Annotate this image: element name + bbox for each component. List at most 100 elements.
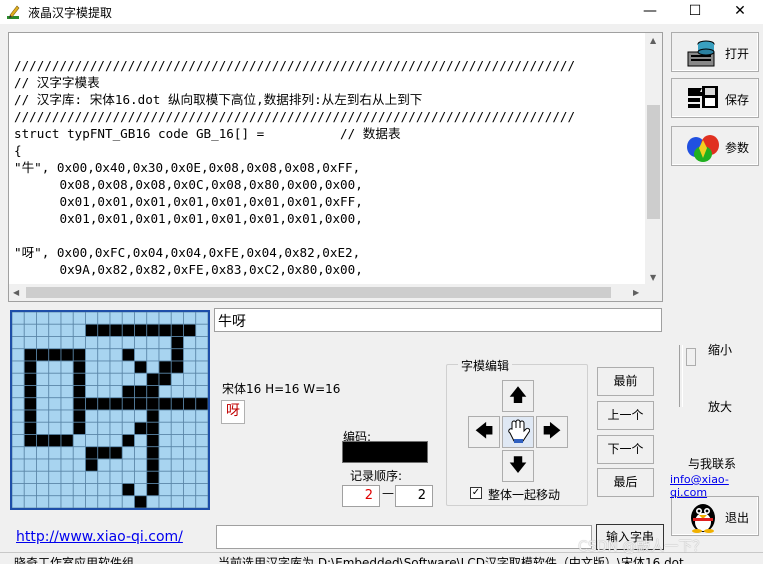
- glyph-pixel-off[interactable]: [109, 483, 123, 497]
- glyph-pixel-off[interactable]: [97, 409, 111, 423]
- glyph-pixel-off[interactable]: [170, 470, 184, 484]
- glyph-pixel-on[interactable]: [158, 323, 172, 337]
- glyph-pixel-off[interactable]: [60, 323, 74, 337]
- contact-email-link[interactable]: info@xiao-qi.com: [670, 473, 763, 499]
- glyph-pixel-on[interactable]: [183, 323, 197, 337]
- glyph-pixel-off[interactable]: [60, 397, 74, 411]
- glyph-pixel-on[interactable]: [72, 385, 86, 399]
- vertical-scrollbar[interactable]: ▲ ▼: [645, 33, 662, 286]
- vertical-scroll-thumb[interactable]: [647, 105, 660, 219]
- glyph-pixel-off[interactable]: [183, 446, 197, 460]
- glyph-pixel-off[interactable]: [146, 495, 160, 509]
- glyph-pixel-off[interactable]: [60, 421, 74, 435]
- glyph-pixel-off[interactable]: [170, 434, 184, 448]
- code-output-textarea[interactable]: ////////////////////////////////////////…: [8, 32, 663, 302]
- record-current-field[interactable]: 2: [342, 485, 380, 507]
- glyph-pixel-on[interactable]: [134, 360, 148, 374]
- glyph-pixel-on[interactable]: [158, 372, 172, 386]
- glyph-pixel-off[interactable]: [72, 336, 86, 350]
- glyph-pixel-off[interactable]: [97, 311, 111, 325]
- glyph-pixel-off[interactable]: [134, 409, 148, 423]
- glyph-pixel-off[interactable]: [48, 336, 62, 350]
- glyph-pixel-off[interactable]: [11, 372, 25, 386]
- website-link[interactable]: http://www.xiao-qi.com/: [16, 529, 183, 545]
- glyph-pixel-off[interactable]: [195, 458, 209, 472]
- glyph-pixel-off[interactable]: [97, 385, 111, 399]
- glyph-pixel-on[interactable]: [146, 372, 160, 386]
- glyph-pixel-off[interactable]: [146, 360, 160, 374]
- glyph-pixel-off[interactable]: [60, 495, 74, 509]
- glyph-pixel-off[interactable]: [109, 495, 123, 509]
- glyph-pixel-off[interactable]: [195, 483, 209, 497]
- glyph-pixel-off[interactable]: [183, 360, 197, 374]
- horizontal-scroll-thumb[interactable]: [26, 287, 611, 298]
- glyph-pixel-off[interactable]: [23, 311, 37, 325]
- glyph-pixel-off[interactable]: [85, 495, 99, 509]
- glyph-pixel-off[interactable]: [85, 348, 99, 362]
- glyph-pixel-off[interactable]: [36, 311, 50, 325]
- glyph-pixel-off[interactable]: [158, 458, 172, 472]
- glyph-pixel-off[interactable]: [85, 483, 99, 497]
- glyph-pixel-off[interactable]: [36, 323, 50, 337]
- glyph-pixel-off[interactable]: [36, 360, 50, 374]
- glyph-pixel-off[interactable]: [109, 311, 123, 325]
- glyph-pixel-off[interactable]: [195, 360, 209, 374]
- glyph-pixel-off[interactable]: [60, 446, 74, 460]
- glyph-pixel-on[interactable]: [134, 323, 148, 337]
- glyph-pixel-off[interactable]: [11, 446, 25, 460]
- glyph-pixel-on[interactable]: [23, 397, 37, 411]
- glyph-pixel-off[interactable]: [109, 409, 123, 423]
- glyph-pixel-off[interactable]: [85, 385, 99, 399]
- glyph-pixel-on[interactable]: [146, 483, 160, 497]
- glyph-pixel-off[interactable]: [183, 311, 197, 325]
- glyph-pixel-off[interactable]: [170, 385, 184, 399]
- move-up-button[interactable]: 🡅: [502, 380, 534, 412]
- glyph-pixel-off[interactable]: [48, 470, 62, 484]
- glyph-pixel-off[interactable]: [183, 470, 197, 484]
- glyph-pixel-off[interactable]: [85, 421, 99, 435]
- glyph-pixel-off[interactable]: [158, 409, 172, 423]
- glyph-pixel-on[interactable]: [195, 397, 209, 411]
- glyph-pixel-on[interactable]: [170, 336, 184, 350]
- char-input-field[interactable]: 牛呀: [214, 308, 662, 332]
- glyph-pixel-off[interactable]: [121, 409, 135, 423]
- glyph-pixel-on[interactable]: [121, 483, 135, 497]
- glyph-pixel-off[interactable]: [48, 446, 62, 460]
- glyph-pixel-off[interactable]: [121, 311, 135, 325]
- glyph-pixel-off[interactable]: [11, 397, 25, 411]
- glyph-pixel-off[interactable]: [158, 348, 172, 362]
- glyph-pixel-off[interactable]: [109, 372, 123, 386]
- glyph-pixel-off[interactable]: [11, 336, 25, 350]
- glyph-pixel-off[interactable]: [109, 421, 123, 435]
- glyph-pixel-off[interactable]: [158, 421, 172, 435]
- glyph-pixel-off[interactable]: [72, 311, 86, 325]
- glyph-pixel-on[interactable]: [23, 421, 37, 435]
- glyph-pixel-off[interactable]: [97, 434, 111, 448]
- glyph-pixel-off[interactable]: [85, 360, 99, 374]
- glyph-pixel-grid[interactable]: [10, 310, 210, 510]
- glyph-pixel-off[interactable]: [11, 360, 25, 374]
- glyph-pixel-off[interactable]: [170, 311, 184, 325]
- glyph-pixel-off[interactable]: [183, 348, 197, 362]
- scroll-down-arrow-icon[interactable]: ▼: [650, 273, 656, 282]
- glyph-pixel-off[interactable]: [121, 372, 135, 386]
- glyph-pixel-on[interactable]: [146, 409, 160, 423]
- glyph-pixel-off[interactable]: [85, 311, 99, 325]
- glyph-pixel-off[interactable]: [195, 336, 209, 350]
- glyph-pixel-on[interactable]: [23, 409, 37, 423]
- glyph-pixel-off[interactable]: [85, 336, 99, 350]
- glyph-pixel-off[interactable]: [48, 421, 62, 435]
- glyph-pixel-off[interactable]: [36, 495, 50, 509]
- glyph-pixel-on[interactable]: [121, 397, 135, 411]
- glyph-pixel-off[interactable]: [60, 458, 74, 472]
- glyph-pixel-off[interactable]: [183, 409, 197, 423]
- glyph-pixel-off[interactable]: [121, 458, 135, 472]
- glyph-pixel-off[interactable]: [72, 434, 86, 448]
- glyph-pixel-on[interactable]: [158, 360, 172, 374]
- glyph-pixel-off[interactable]: [195, 434, 209, 448]
- glyph-pixel-on[interactable]: [23, 385, 37, 399]
- glyph-pixel-off[interactable]: [109, 336, 123, 350]
- glyph-pixel-off[interactable]: [183, 434, 197, 448]
- exit-button[interactable]: 退出: [671, 496, 759, 536]
- glyph-pixel-on[interactable]: [146, 421, 160, 435]
